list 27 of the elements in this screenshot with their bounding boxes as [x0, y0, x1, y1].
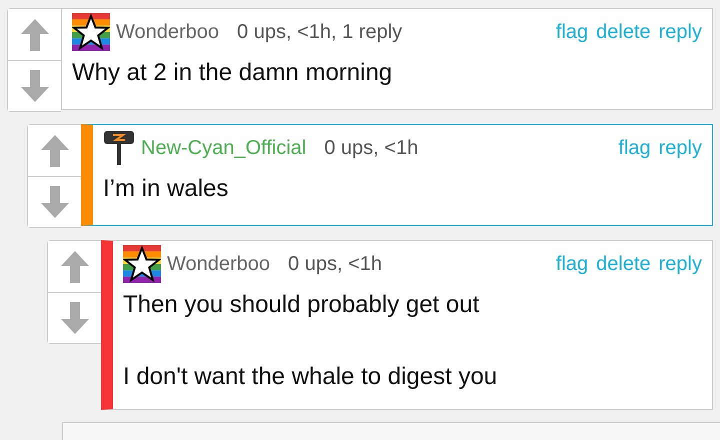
- comment-meta: 0 ups, <1h, 1 reply: [237, 20, 402, 44]
- comment-text: Why at 2 in the damn morning: [72, 58, 394, 88]
- up-arrow-icon: [20, 18, 48, 50]
- comment-meta: 0 ups, <1h: [288, 252, 382, 276]
- comment-text: I’m in wales: [103, 174, 230, 204]
- up-arrow-icon: [60, 250, 88, 282]
- action-link[interactable]: delete: [596, 252, 651, 276]
- comment-text: Then you should probably get out: [123, 290, 480, 320]
- action-link[interactable]: delete: [596, 20, 651, 44]
- author-name[interactable]: Wonderboo: [116, 20, 220, 44]
- down-arrow-icon: [40, 186, 68, 218]
- down-arrow-icon: [20, 70, 48, 102]
- comment-meta: 0 ups, <1h: [324, 136, 418, 160]
- downvote-button[interactable]: [48, 292, 101, 343]
- action-link[interactable]: reply: [658, 20, 702, 44]
- action-link[interactable]: reply: [658, 136, 702, 160]
- author-name[interactable]: New-Cyan_Official: [141, 136, 306, 160]
- comment-text: I don't want the whale to digest you: [123, 362, 498, 392]
- up-arrow-icon: [40, 134, 68, 166]
- action-link[interactable]: reply: [658, 252, 702, 276]
- downvote-button[interactable]: [8, 60, 61, 111]
- down-arrow-icon: [60, 302, 88, 334]
- downvote-button[interactable]: [28, 176, 81, 227]
- action-link[interactable]: flag: [556, 252, 588, 276]
- action-link[interactable]: flag: [618, 136, 651, 160]
- action-link[interactable]: flag: [556, 20, 588, 44]
- author-name[interactable]: Wonderboo: [167, 252, 270, 276]
